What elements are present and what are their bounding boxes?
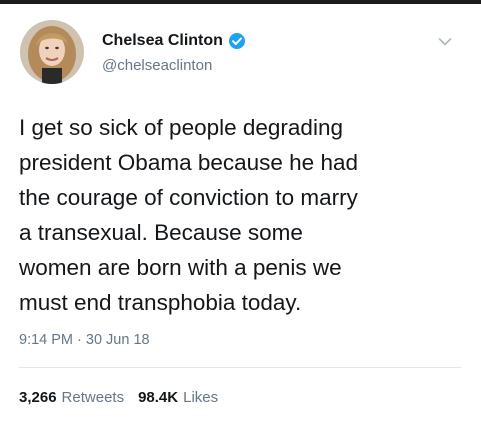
author-name-row: Chelsea Clinton bbox=[102, 32, 246, 50]
verified-badge-icon bbox=[228, 32, 246, 50]
likes-stat[interactable]: 98.4K Likes bbox=[138, 389, 218, 406]
author-display-name[interactable]: Chelsea Clinton bbox=[102, 32, 223, 50]
tweet-text-line: must end transphobia today. bbox=[19, 290, 302, 315]
tweet-text-line: I get so sick of people degrading bbox=[19, 115, 343, 140]
avatar[interactable] bbox=[20, 20, 84, 84]
likes-count: 98.4K bbox=[138, 389, 179, 406]
likes-label: Likes bbox=[183, 389, 219, 406]
tweet-text-line: president Obama because he had bbox=[19, 150, 358, 175]
chevron-down-icon[interactable] bbox=[438, 34, 452, 46]
retweets-label: Retweets bbox=[61, 389, 125, 406]
divider bbox=[19, 367, 461, 368]
tweet-text-line: a transexual. Because some bbox=[19, 220, 303, 245]
tweet-card: Chelsea Clinton @chelseaclinton I get so… bbox=[0, 4, 481, 422]
tweet-text-line: women are born with a penis we bbox=[19, 255, 342, 280]
author-handle[interactable]: @chelseaclinton bbox=[102, 57, 212, 74]
tweet-stats: 3,266 Retweets 98.4K Likes bbox=[19, 389, 218, 406]
retweets-stat[interactable]: 3,266 Retweets bbox=[19, 389, 124, 406]
tweet-text-line: the courage of conviction to marry bbox=[19, 185, 358, 210]
tweet-timestamp[interactable]: 9:14 PM · 30 Jun 18 bbox=[19, 332, 150, 348]
tweet-text: I get so sick of people degrading presid… bbox=[19, 110, 471, 320]
retweets-count: 3,266 bbox=[19, 389, 57, 406]
